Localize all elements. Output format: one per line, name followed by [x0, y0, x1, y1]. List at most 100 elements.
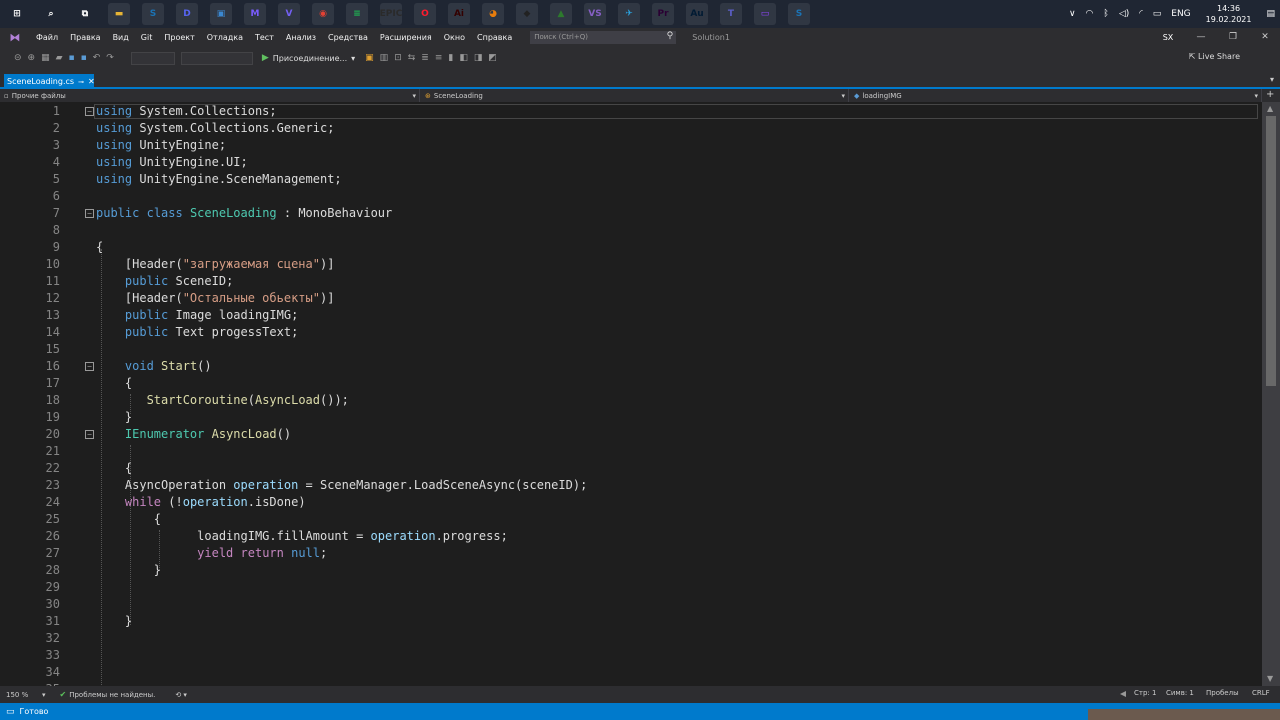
redo-icon[interactable]: ↷ [106, 53, 114, 63]
clip-studio-icon[interactable]: ▲ [550, 3, 572, 25]
code-line[interactable]: 20 − IEnumerator AsyncLoad() [0, 426, 1262, 443]
battery-icon[interactable]: ▭ [1153, 9, 1162, 19]
code-line[interactable]: 25 { [0, 511, 1262, 528]
wifi-icon[interactable]: ◜ [1139, 9, 1143, 19]
class-dropdown[interactable]: ⊛ SceneLoading ▾ [421, 89, 849, 102]
code-line[interactable]: 11 public SceneID; [0, 273, 1262, 290]
vertical-scrollbar[interactable]: ▲ ▼ [1262, 102, 1280, 686]
clock[interactable]: 14:36 19.02.2021 [1206, 3, 1252, 25]
menu-view[interactable]: Вид [107, 33, 135, 42]
restore-button[interactable]: ❐ [1218, 28, 1248, 46]
code-line[interactable]: 10 [Header("загружаемая сцена")] [0, 256, 1262, 273]
chrome-icon[interactable]: ◉ [312, 3, 334, 25]
zoom-chevron-icon[interactable]: ▾ [42, 691, 46, 699]
bookmark-prev-icon[interactable]: ◧ [459, 53, 468, 63]
code-line[interactable]: 8 [0, 222, 1262, 239]
issues-label[interactable]: Проблемы не найдены. [69, 691, 155, 699]
code-line[interactable]: 34 [0, 664, 1262, 681]
menu-tools[interactable]: Средства [322, 33, 374, 42]
file-explorer-icon[interactable]: ▬ [108, 3, 130, 25]
scroll-up-icon[interactable]: ▲ [1267, 104, 1273, 113]
code-line[interactable]: 17 { [0, 375, 1262, 392]
project-dropdown[interactable]: ▫ Прочие файлы ▾ [0, 89, 420, 102]
code-line[interactable]: 7 − public class SceneLoading : MonoBehavi… [0, 205, 1262, 222]
tab-sceneloading[interactable]: SceneLoading.cs ⊸ ✕ [4, 74, 95, 89]
scroll-down-icon[interactable]: ▼ [1267, 674, 1273, 683]
menu-debug[interactable]: Отладка [201, 33, 249, 42]
live-share-button[interactable]: ⇱ Live Share [1189, 52, 1240, 61]
menu-window[interactable]: Окно [438, 33, 471, 42]
menu-edit[interactable]: Правка [64, 33, 106, 42]
code-line[interactable]: 28 } [0, 562, 1262, 579]
line-indicator[interactable]: Стр: 1 [1134, 689, 1156, 697]
code-line[interactable]: 33 [0, 647, 1262, 664]
back-icon[interactable]: ⊝ [14, 53, 22, 63]
diagnostics-icon[interactable]: ▥ [380, 53, 389, 63]
code-line[interactable]: 13 public Image loadingIMG; [0, 307, 1262, 324]
code-line[interactable]: 3 using UnityEngine; [0, 137, 1262, 154]
collapse-toggle-icon[interactable]: − [85, 362, 94, 371]
code-line[interactable]: 18 StartCoroutine(AsyncLoad()); [0, 392, 1262, 409]
browser-link-icon[interactable]: ▣ [365, 53, 374, 63]
split-editor-icon[interactable]: + [1266, 89, 1274, 100]
comment-icon[interactable]: ≣ [421, 53, 429, 63]
search-input[interactable]: Поиск (Ctrl+Q) ⚲ [530, 30, 677, 44]
code-line[interactable]: 31 } [0, 613, 1262, 630]
epic-games-icon[interactable]: EPIC [380, 3, 402, 25]
configuration-dropdown[interactable] [130, 51, 175, 65]
new-project-icon[interactable]: ▦ [41, 53, 50, 63]
code-editor[interactable]: 1− using System.Collections; 2 using System… [0, 102, 1262, 686]
steam-icon[interactable]: S [142, 3, 164, 25]
column-indicator[interactable]: Симв: 1 [1166, 689, 1194, 697]
code-line[interactable]: 21 [0, 443, 1262, 460]
tab-list-chevron-icon[interactable]: ▾ [1270, 75, 1274, 84]
uncomment-icon[interactable]: ≡ [435, 53, 443, 63]
premiere-icon[interactable]: Pr [652, 3, 674, 25]
save-all-icon[interactable]: ▪ [81, 53, 87, 63]
undo-icon[interactable]: ↶ [93, 53, 101, 63]
teams-icon[interactable]: T [720, 3, 742, 25]
discord-icon[interactable]: D [176, 3, 198, 25]
close-tab-icon[interactable]: ✕ [88, 77, 95, 86]
eol-indicator[interactable]: CRLF [1252, 689, 1270, 697]
code-line[interactable]: 4 using UnityEngine.UI; [0, 154, 1262, 171]
blender-icon[interactable]: ◕ [482, 3, 504, 25]
collapse-toggle-icon[interactable]: − [85, 430, 94, 439]
horizontal-scrollbar[interactable] [206, 691, 1126, 697]
unity-icon[interactable]: ◆ [516, 3, 538, 25]
language-indicator[interactable]: ENG [1171, 9, 1190, 19]
twitch-icon[interactable]: ▭ [754, 3, 776, 25]
code-line[interactable]: 29 [0, 579, 1262, 596]
search-icon[interactable]: ⌕ [40, 3, 62, 25]
code-line[interactable]: 19 } [0, 409, 1262, 426]
code-line[interactable]: 12 [Header("Остальные обьекты")] [0, 290, 1262, 307]
menu-extensions[interactable]: Расширения [374, 33, 438, 42]
volume-icon[interactable]: ◁) [1119, 9, 1129, 19]
step-icon[interactable]: ⊡ [394, 53, 402, 63]
code-line[interactable]: 15 [0, 341, 1262, 358]
windows-start-icon[interactable]: ⊞ [6, 3, 28, 25]
open-icon[interactable]: ▰ [56, 53, 63, 63]
forward-icon[interactable]: ⊕ [28, 53, 36, 63]
code-line[interactable]: 16 − void Start() [0, 358, 1262, 375]
minimize-button[interactable]: — [1186, 28, 1216, 46]
save-icon[interactable]: ▪ [69, 53, 75, 63]
code-line[interactable]: 5 using UnityEngine.SceneManagement; [0, 171, 1262, 188]
code-line[interactable]: 30 [0, 596, 1262, 613]
menu-test[interactable]: Тест [249, 33, 280, 42]
close-window-button[interactable]: ✕ [1250, 28, 1280, 46]
menu-analyze[interactable]: Анализ [280, 33, 322, 42]
steam-tray-icon[interactable]: S [788, 3, 810, 25]
collapse-toggle-icon[interactable]: − [85, 209, 94, 218]
code-line[interactable]: 6 [0, 188, 1262, 205]
code-line[interactable]: 32 [0, 630, 1262, 647]
bluetooth-icon[interactable]: ᛒ [1103, 9, 1108, 19]
code-line[interactable]: 1 − using System.Collections; [0, 103, 1262, 120]
notifications-icon[interactable]: ▤ [1266, 9, 1275, 19]
telegram-icon[interactable]: ✈ [618, 3, 640, 25]
whitespace-indicator[interactable]: Пробелы [1206, 689, 1239, 697]
attach-button[interactable]: ▶ Присоединение... ▾ [262, 53, 355, 63]
code-line[interactable]: 27 yield return null; [0, 545, 1262, 562]
bookmark-clear-icon[interactable]: ◩ [488, 53, 497, 63]
remote-desktop-icon[interactable]: ▣ [210, 3, 232, 25]
